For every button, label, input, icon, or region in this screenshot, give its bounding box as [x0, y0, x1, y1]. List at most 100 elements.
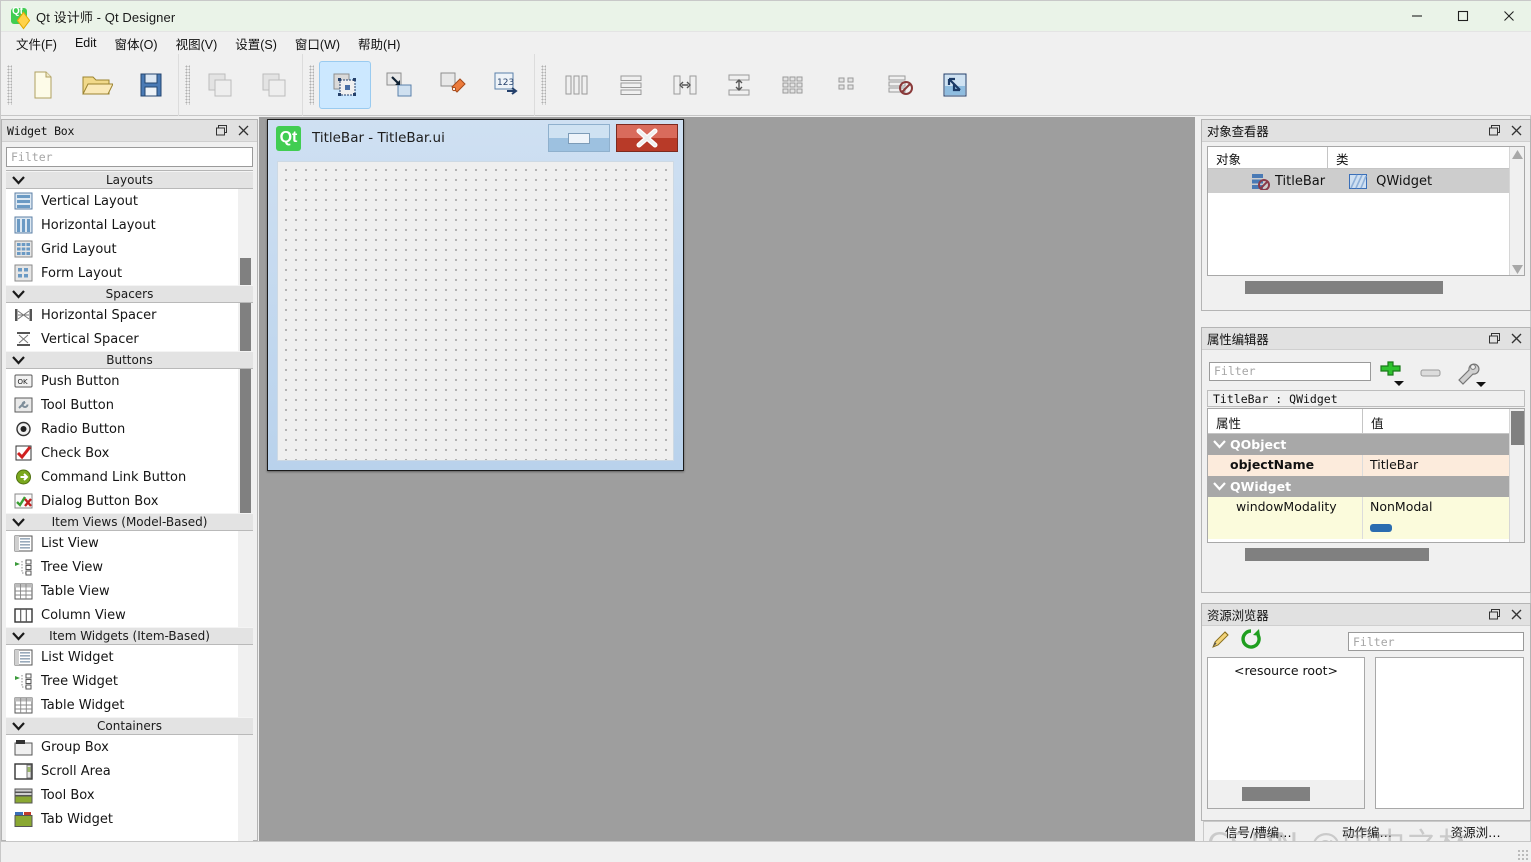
widget-item-list-view[interactable]: List View — [6, 531, 253, 555]
adjust-size-button[interactable] — [929, 61, 981, 109]
widget-item-dialog-button-box[interactable]: Dialog Button Box — [6, 489, 253, 513]
property-editor-hscrollbar[interactable] — [1207, 548, 1525, 561]
edit-buddies-button[interactable] — [427, 61, 479, 109]
save-form-button[interactable] — [125, 61, 177, 109]
property-value[interactable]: NonModal — [1363, 497, 1524, 518]
resize-grip-icon[interactable] — [1517, 849, 1529, 861]
property-editor-vscrollbar[interactable] — [1509, 409, 1524, 542]
widget-item-group-box[interactable]: Group Box — [6, 735, 253, 759]
close-icon[interactable] — [237, 125, 249, 137]
property-value[interactable]: TitleBar — [1363, 455, 1524, 476]
widget-box-list[interactable]: Layouts Vertical Layout Horizontal Layou… — [6, 170, 253, 842]
maximize-icon[interactable] — [1440, 1, 1486, 32]
undo-button[interactable] — [195, 61, 247, 109]
widget-item-scroll-area[interactable]: Scroll Area — [6, 759, 253, 783]
widget-item-tool-button[interactable]: Tool Button — [6, 393, 253, 417]
property-filter-input[interactable]: Filter — [1209, 361, 1371, 381]
edit-signals-slots-button[interactable] — [373, 61, 425, 109]
new-form-button[interactable] — [17, 61, 69, 109]
column-header-property[interactable]: 属性 — [1208, 409, 1363, 433]
close-icon[interactable] — [1510, 333, 1522, 345]
form-design-surface[interactable] — [277, 161, 674, 461]
float-icon[interactable] — [1488, 125, 1500, 137]
object-inspector-row-titlebar[interactable]: TitleBar QWidget — [1208, 169, 1524, 193]
edit-tab-order-button[interactable]: 123 — [481, 61, 533, 109]
resource-tree-hscroll-thumb[interactable] — [1242, 787, 1310, 801]
resource-preview-pane[interactable] — [1375, 657, 1524, 809]
widget-box-category-layouts[interactable]: Layouts — [6, 171, 253, 189]
widget-item-form-layout[interactable]: Form Layout — [6, 261, 253, 285]
add-plus-icon[interactable] — [1371, 355, 1411, 387]
widget-item-check-box[interactable]: Check Box — [6, 441, 253, 465]
column-header-value[interactable]: 值 — [1363, 409, 1384, 433]
property-editor-vscroll-thumb[interactable] — [1511, 411, 1524, 445]
form-window-titlebar[interactable]: Qt TitleBar - TitleBar.ui — [267, 119, 684, 471]
widget-item-tool-box[interactable]: Tool Box — [6, 783, 253, 807]
wrench-configure-icon[interactable] — [1451, 355, 1491, 387]
close-icon[interactable] — [1486, 1, 1531, 32]
float-icon[interactable] — [1488, 333, 1500, 345]
property-row-partial[interactable] — [1208, 518, 1524, 539]
widget-box-category-item-views[interactable]: Item Views (Model-Based) — [6, 513, 253, 531]
widget-item-vertical-spacer[interactable]: Vertical Spacer — [6, 327, 253, 351]
widget-item-horizontal-spacer[interactable]: Horizontal Spacer — [6, 303, 253, 327]
float-icon[interactable] — [1488, 609, 1500, 621]
toolbar-grip-2[interactable] — [185, 64, 190, 105]
widget-item-command-link-button[interactable]: Command Link Button — [6, 465, 253, 489]
object-inspector-hscrollbar[interactable] — [1207, 281, 1525, 294]
widget-item-table-widget[interactable]: Table Widget — [6, 693, 253, 717]
tab-signal-slot-editor[interactable]: 信号/槽编… — [1204, 822, 1313, 841]
widget-item-column-view[interactable]: Column View — [6, 603, 253, 627]
layout-grid-button[interactable] — [767, 61, 819, 109]
widget-item-list-widget[interactable]: List Widget — [6, 645, 253, 669]
tab-action-editor[interactable]: 动作编… — [1313, 822, 1422, 841]
widget-item-tree-widget[interactable]: Tree Widget — [6, 669, 253, 693]
layout-vertically-button[interactable] — [605, 61, 657, 109]
redo-button[interactable] — [249, 61, 301, 109]
property-row-windowmodality[interactable]: windowModality NonModal — [1208, 497, 1524, 518]
object-inspector-tree[interactable]: 对象 类 TitleBar QWidget — [1207, 146, 1525, 276]
property-group-qobject[interactable]: QObject — [1208, 434, 1524, 455]
menu-settings[interactable]: 设置(S) — [226, 32, 286, 55]
widget-item-radio-button[interactable]: Radio Button — [6, 417, 253, 441]
reload-green-icon[interactable] — [1240, 628, 1262, 655]
property-editor-table[interactable]: 属性 值 QObject objectName TitleBar QWidget — [1207, 408, 1525, 543]
toolbar-grip-4[interactable] — [541, 64, 546, 105]
widget-box-category-buttons[interactable]: Buttons — [6, 351, 253, 369]
toolbar-grip-3[interactable] — [309, 64, 314, 105]
widget-box-category-item-widgets[interactable]: Item Widgets (Item-Based) — [6, 627, 253, 645]
widget-item-grid-layout[interactable]: Grid Layout — [6, 237, 253, 261]
resource-tree-pane[interactable]: <resource root> — [1207, 657, 1365, 809]
widget-item-tree-view[interactable]: Tree View — [6, 555, 253, 579]
tab-resource-browser[interactable]: 资源浏… — [1421, 822, 1530, 841]
object-inspector-vscrollbar[interactable] — [1509, 147, 1524, 275]
widget-box-filter-input[interactable]: Filter — [6, 147, 253, 167]
menu-form[interactable]: 窗体(O) — [106, 32, 167, 55]
object-inspector-hscroll-thumb[interactable] — [1245, 281, 1443, 294]
widget-item-push-button[interactable]: OK Push Button — [6, 369, 253, 393]
menu-help[interactable]: 帮助(H) — [349, 32, 409, 55]
close-icon[interactable] — [1510, 125, 1522, 137]
property-editor-hscroll-thumb[interactable] — [1245, 548, 1429, 561]
edit-widgets-button[interactable] — [319, 60, 371, 109]
toolbar-grip[interactable] — [7, 64, 12, 105]
form-minimize-button[interactable] — [548, 124, 610, 152]
menu-view[interactable]: 视图(V) — [167, 32, 227, 55]
menu-file[interactable]: 文件(F) — [7, 32, 66, 55]
column-header-class[interactable]: 类 — [1328, 147, 1349, 168]
pencil-edit-icon[interactable] — [1210, 628, 1232, 655]
resource-filter-input[interactable]: Filter — [1348, 632, 1524, 651]
close-icon[interactable] — [1510, 609, 1522, 621]
design-canvas-area[interactable]: Qt TitleBar - TitleBar.ui — [259, 117, 1195, 841]
float-icon[interactable] — [215, 125, 227, 137]
open-form-button[interactable] — [71, 61, 123, 109]
layout-splitter-vertical-button[interactable] — [713, 61, 765, 109]
layout-splitter-horizontal-button[interactable] — [659, 61, 711, 109]
widget-item-vertical-layout[interactable]: Vertical Layout — [6, 189, 253, 213]
widget-box-category-spacers[interactable]: Spacers — [6, 285, 253, 303]
column-header-object[interactable]: 对象 — [1208, 147, 1328, 168]
minimize-icon[interactable] — [1394, 1, 1440, 32]
widget-item-horizontal-layout[interactable]: Horizontal Layout — [6, 213, 253, 237]
menu-edit[interactable]: Edit — [66, 34, 106, 52]
form-close-button[interactable] — [616, 124, 678, 152]
